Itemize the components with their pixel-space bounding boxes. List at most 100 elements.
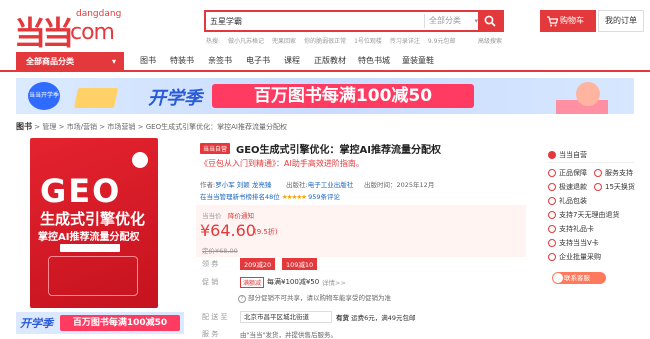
reviews-link[interactable]: 959条评论 [308, 193, 340, 201]
side-info-item: 礼品包装 [548, 196, 587, 206]
side-info-item: 支持7天无理由退货 [548, 210, 619, 220]
original-price: 定价¥68.00 [202, 247, 238, 255]
nav-item-special-edition[interactable]: 特装书 [170, 55, 194, 66]
search-input[interactable] [210, 14, 420, 28]
promo-text: 每满¥100减¥50 [267, 278, 320, 286]
side-info-label: 15天换货 [605, 183, 635, 191]
stock-status: 有货 [336, 314, 349, 322]
nav-item-textbooks[interactable]: 正版教材 [314, 55, 346, 66]
self-operated-badge: 当当自营 [200, 143, 231, 154]
hotword[interactable]: 1号位观楼 [354, 38, 382, 45]
side-info-label: 极速退款 [559, 183, 587, 191]
chevron-down-icon: ▾ [111, 57, 116, 66]
contact-service-label: 联系客服 [564, 274, 590, 282]
side-info-item: 极速退款 [548, 182, 587, 192]
hotword[interactable]: 传习录详注 [390, 38, 420, 45]
publisher-link[interactable]: 电子工业出版社 [308, 181, 354, 189]
coupon-row-label: 领 券 [202, 260, 219, 268]
breadcrumb-current: GEO生成式引擎优化：掌控AI推荐流量分配权 [145, 123, 287, 131]
publisher-label: 出版社: [286, 181, 308, 189]
side-info-head: 当当自营 [548, 150, 587, 160]
cover-title-main: 生成式引擎优化 [40, 210, 146, 228]
gift-card-icon [548, 225, 556, 233]
dangdang-logo[interactable]: 当当 dangdang .com [14, 6, 124, 52]
side-info-label: 支持7天无理由退货 [559, 211, 620, 219]
question-icon: ? [238, 295, 246, 303]
side-info-head-label: 当当自营 [559, 151, 587, 159]
product-subtitle: 《豆包从入门到精通》：AI助手高效进阶指南。 [200, 159, 364, 168]
return-icon [548, 211, 556, 219]
coupon-chip[interactable]: 109减10 [282, 258, 318, 270]
hotword[interactable]: 兜果回家 [272, 38, 296, 45]
rating-stars: ★★★★★ [281, 193, 307, 201]
breadcrumb-item[interactable]: 管理 [42, 123, 56, 131]
search-category-label: 全部分类 [429, 16, 461, 25]
nav-item-books[interactable]: 图书 [140, 55, 156, 66]
cover-title-geo: GEO [40, 172, 122, 210]
promo-row-label: 促 销 [202, 278, 219, 286]
author-link[interactable]: 罗小军 刘颖 龙亮臻 [215, 181, 271, 189]
banner-badge: 当当开学季 [28, 82, 60, 110]
price-box: 当当价 降价通知 ¥64.60 (9.5折) 定价¥68.00 [196, 205, 526, 257]
cover-seal-decoration [132, 152, 148, 168]
side-info-item: 支持当当V卡 [548, 238, 599, 248]
breadcrumb-item[interactable]: 市场营销 [107, 123, 135, 131]
side-info-label: 礼品包装 [559, 197, 587, 205]
v-card-icon [548, 239, 556, 247]
nav-item-ebooks[interactable]: 电子书 [246, 55, 270, 66]
side-promo-banner[interactable]: 开学季 百万图书每满100减50 [16, 312, 184, 334]
breadcrumb-item[interactable]: 市场/营销 [67, 123, 97, 131]
delivery-row-label: 配 送 至 [202, 313, 228, 321]
price-notice-link[interactable]: 降价通知 [228, 210, 254, 220]
my-orders-button[interactable]: 我的订单 [598, 10, 644, 32]
banner-girl-illustration [576, 82, 600, 106]
side-info-label: 服务支持 [605, 169, 633, 177]
promo-note: ? 部分促销不可共享，请以购物车能享受的促销为准 [238, 292, 391, 303]
nav-item-kids-apparel[interactable]: 童装童鞋 [402, 55, 434, 66]
breadcrumb-sep: > [34, 123, 41, 131]
service-text: 由"当当"发货，并提供售后服务。 [240, 331, 337, 339]
contact-service-button[interactable]: 联系客服 [552, 272, 606, 284]
promo-detail-link[interactable]: 详情>> [322, 277, 346, 287]
all-categories-label: 全部商品分类 [26, 57, 74, 66]
side-info-item: 支持礼品卡 [548, 224, 594, 234]
logo-brand-bottom: .com [64, 20, 115, 45]
nav-divider [0, 70, 650, 72]
promo-banner[interactable]: 当当开学季 开学季 百万图书每满100减50 [16, 78, 634, 114]
cover-illustration [48, 256, 138, 296]
breadcrumb-root[interactable]: 图书 [16, 122, 32, 131]
delivery-address-select[interactable]: 北京市昌平区城北街道 [240, 311, 332, 323]
service-icon [594, 169, 602, 177]
hotword: 热搜: [206, 38, 221, 45]
all-categories-button[interactable]: 全部商品分类 ▾ [16, 52, 124, 72]
side-banner-promo: 百万图书每满100减50 [60, 315, 180, 331]
nav-item-courses[interactable]: 课程 [284, 55, 300, 66]
advanced-search-link[interactable]: 高级搜索 [478, 36, 502, 45]
rank-link[interactable]: 在当当管理新书榜排名48位 [200, 193, 280, 201]
cart-button[interactable]: 购物车 [540, 10, 596, 32]
banner-title: 开学季 [148, 88, 202, 109]
side-info-divider [548, 162, 634, 163]
hot-search-words: 热搜: 做小凡苏格记 兜果回家 你的脆弱很正常 1号位观楼 传习录详注 9.9元包邮 [206, 36, 506, 46]
nav-item-special-stores[interactable]: 特色书城 [358, 55, 390, 66]
hotword[interactable]: 你的脆弱很正常 [304, 38, 346, 45]
logo-glyph: 当当 [14, 14, 74, 52]
cover-tagline-decoration [44, 152, 134, 168]
author-info: 作者:罗小军 刘颖 龙亮臻 [200, 179, 271, 189]
discount: (9.5折) [254, 228, 278, 236]
side-banner-title: 开学季 [20, 317, 53, 330]
search-category-select[interactable]: 全部分类 ▾ [424, 14, 480, 28]
side-info-item[interactable]: 企业批量采购 [548, 252, 601, 262]
breadcrumb-sep: > [58, 123, 65, 131]
side-info-item: 15天换货 [594, 182, 635, 192]
cart-label: 购物车 [560, 16, 584, 25]
search-button[interactable] [478, 12, 502, 30]
hotword[interactable]: 9.9元包邮 [428, 38, 456, 45]
banner-promo: 百万图书每满100减50 [212, 84, 474, 108]
search-icon [484, 15, 496, 27]
book-cover-image[interactable]: GEO 生成式引擎优化 掌控AI推荐流量分配权 [30, 138, 158, 308]
nav-item-signed[interactable]: 亲签书 [208, 55, 232, 66]
coupon-chip[interactable]: 209减20 [240, 258, 276, 270]
hotword[interactable]: 做小凡苏格记 [228, 38, 264, 45]
breadcrumb-sep: > [99, 123, 106, 131]
